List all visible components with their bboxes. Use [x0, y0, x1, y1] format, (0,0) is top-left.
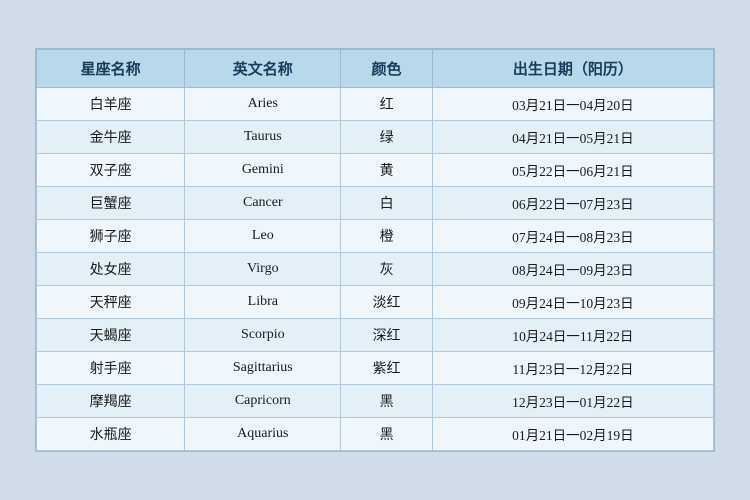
cell-1-0: 金牛座 [37, 121, 185, 154]
cell-3-1: Cancer [185, 187, 341, 220]
table-row: 处女座Virgo灰08月24日一09月23日 [37, 253, 714, 286]
cell-7-1: Scorpio [185, 319, 341, 352]
zodiac-table-container: 星座名称英文名称颜色出生日期（阳历） 白羊座Aries红03月21日一04月20… [35, 48, 715, 452]
header-col-0: 星座名称 [37, 50, 185, 88]
table-row: 金牛座Taurus绿04月21日一05月21日 [37, 121, 714, 154]
cell-2-3: 05月22日一06月21日 [432, 154, 713, 187]
cell-3-2: 白 [341, 187, 432, 220]
cell-10-3: 01月21日一02月19日 [432, 418, 713, 451]
cell-9-0: 摩羯座 [37, 385, 185, 418]
cell-4-3: 07月24日一08月23日 [432, 220, 713, 253]
header-col-2: 颜色 [341, 50, 432, 88]
table-row: 天秤座Libra淡红09月24日一10月23日 [37, 286, 714, 319]
cell-2-2: 黄 [341, 154, 432, 187]
cell-1-1: Taurus [185, 121, 341, 154]
cell-0-0: 白羊座 [37, 88, 185, 121]
cell-10-2: 黑 [341, 418, 432, 451]
table-header-row: 星座名称英文名称颜色出生日期（阳历） [37, 50, 714, 88]
cell-5-3: 08月24日一09月23日 [432, 253, 713, 286]
cell-9-2: 黑 [341, 385, 432, 418]
cell-1-2: 绿 [341, 121, 432, 154]
header-col-1: 英文名称 [185, 50, 341, 88]
table-row: 狮子座Leo橙07月24日一08月23日 [37, 220, 714, 253]
cell-7-3: 10月24日一11月22日 [432, 319, 713, 352]
cell-4-1: Leo [185, 220, 341, 253]
cell-2-1: Gemini [185, 154, 341, 187]
cell-4-2: 橙 [341, 220, 432, 253]
cell-5-1: Virgo [185, 253, 341, 286]
cell-10-1: Aquarius [185, 418, 341, 451]
table-row: 双子座Gemini黄05月22日一06月21日 [37, 154, 714, 187]
cell-6-1: Libra [185, 286, 341, 319]
cell-8-2: 紫红 [341, 352, 432, 385]
table-row: 水瓶座Aquarius黑01月21日一02月19日 [37, 418, 714, 451]
cell-9-1: Capricorn [185, 385, 341, 418]
table-row: 白羊座Aries红03月21日一04月20日 [37, 88, 714, 121]
table-row: 射手座Sagittarius紫红11月23日一12月22日 [37, 352, 714, 385]
header-col-3: 出生日期（阳历） [432, 50, 713, 88]
cell-8-0: 射手座 [37, 352, 185, 385]
cell-8-1: Sagittarius [185, 352, 341, 385]
zodiac-table: 星座名称英文名称颜色出生日期（阳历） 白羊座Aries红03月21日一04月20… [36, 49, 714, 451]
table-row: 天蝎座Scorpio深红10月24日一11月22日 [37, 319, 714, 352]
cell-6-3: 09月24日一10月23日 [432, 286, 713, 319]
cell-7-0: 天蝎座 [37, 319, 185, 352]
table-body: 白羊座Aries红03月21日一04月20日金牛座Taurus绿04月21日一0… [37, 88, 714, 451]
cell-7-2: 深红 [341, 319, 432, 352]
cell-0-1: Aries [185, 88, 341, 121]
cell-6-2: 淡红 [341, 286, 432, 319]
cell-3-3: 06月22日一07月23日 [432, 187, 713, 220]
cell-4-0: 狮子座 [37, 220, 185, 253]
cell-5-2: 灰 [341, 253, 432, 286]
cell-9-3: 12月23日一01月22日 [432, 385, 713, 418]
cell-0-3: 03月21日一04月20日 [432, 88, 713, 121]
cell-3-0: 巨蟹座 [37, 187, 185, 220]
table-row: 巨蟹座Cancer白06月22日一07月23日 [37, 187, 714, 220]
cell-10-0: 水瓶座 [37, 418, 185, 451]
cell-8-3: 11月23日一12月22日 [432, 352, 713, 385]
cell-2-0: 双子座 [37, 154, 185, 187]
cell-5-0: 处女座 [37, 253, 185, 286]
table-row: 摩羯座Capricorn黑12月23日一01月22日 [37, 385, 714, 418]
cell-0-2: 红 [341, 88, 432, 121]
cell-1-3: 04月21日一05月21日 [432, 121, 713, 154]
cell-6-0: 天秤座 [37, 286, 185, 319]
